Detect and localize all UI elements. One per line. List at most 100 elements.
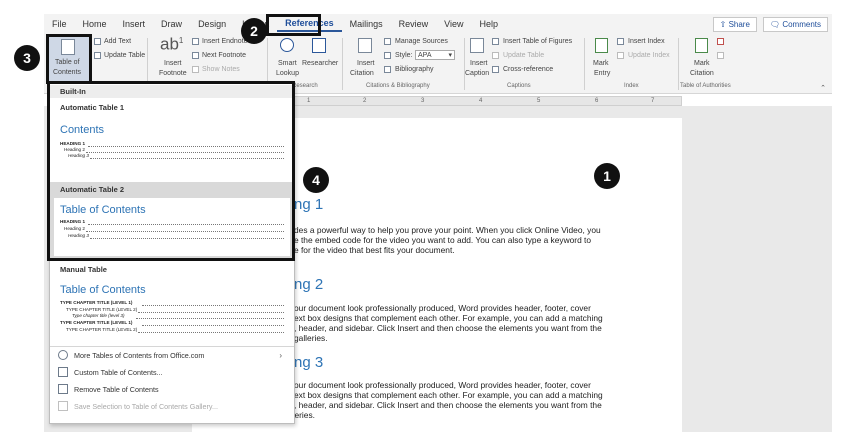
insert-footnote-line1[interactable]: Insert xyxy=(164,59,182,68)
update-table-button[interactable]: Update Table xyxy=(104,51,145,60)
manage-sources-button[interactable]: Manage Sources xyxy=(395,37,448,46)
insert-footnote-line2[interactable]: Footnote xyxy=(159,69,187,78)
insert-index-button[interactable]: Insert Index xyxy=(628,37,665,46)
more-tables-of-contents-item[interactable]: More Tables of Contents from Office.com … xyxy=(58,348,290,362)
update-table-icon xyxy=(94,52,101,59)
tab-insert[interactable]: Insert xyxy=(115,19,154,29)
style-icon xyxy=(384,52,391,59)
tab-help[interactable]: Help xyxy=(472,19,507,29)
toc-leader xyxy=(138,332,284,333)
ruler-mark: 1 xyxy=(307,98,311,104)
mark-citation-line2[interactable]: Citation xyxy=(690,69,714,78)
toc-preview-level-3: Type chapter title (level 3) xyxy=(72,313,125,318)
smart-lookup-line1[interactable]: Smart xyxy=(278,59,297,68)
style-label: Style: xyxy=(395,52,413,59)
next-footnote-icon xyxy=(192,52,199,59)
toc-leader xyxy=(138,312,284,313)
add-text-button[interactable]: Add Text xyxy=(104,37,131,46)
mark-citation-icon xyxy=(695,38,708,53)
paragraph-line: ext box designs that complement each oth… xyxy=(294,313,603,323)
mark-entry-line2[interactable]: Entry xyxy=(594,69,610,78)
tab-review[interactable]: Review xyxy=(391,19,437,29)
smart-lookup-line2[interactable]: Lookup xyxy=(276,69,299,78)
highlight-box-references-tab xyxy=(266,14,321,36)
tab-view[interactable]: View xyxy=(436,19,471,29)
paragraph-line: e the embed code for the video you want … xyxy=(294,235,592,245)
tab-home[interactable]: Home xyxy=(75,19,115,29)
toc-leader xyxy=(136,318,284,319)
share-label: Share xyxy=(728,19,750,29)
highlight-box-toc-button xyxy=(46,34,92,84)
insert-caption-line1[interactable]: Insert xyxy=(470,59,488,68)
paragraph-line: , header, and sidebar. Click Insert and … xyxy=(294,400,602,410)
highlight-box-automatic-table-2 xyxy=(47,81,295,261)
tab-mailings[interactable]: Mailings xyxy=(342,19,391,29)
update-authorities-icon xyxy=(717,52,724,59)
manual-table-option[interactable]: Manual Table Table of Contents TYPE CHAP… xyxy=(50,262,294,344)
toc-preview-level-1: TYPE CHAPTER TITLE (LEVEL 1) xyxy=(60,320,133,325)
manual-table-title: Table of Contents xyxy=(60,284,146,296)
ruler-mark: 2 xyxy=(363,98,367,104)
paragraph-line: our document look professionally produce… xyxy=(294,380,591,390)
insert-caption-line2[interactable]: Caption xyxy=(465,69,489,78)
table-of-figures-icon xyxy=(492,38,499,45)
divider xyxy=(50,346,294,347)
menu-bar-actions: ⇧ Share 🗨 Comments xyxy=(712,16,832,32)
paragraph-line: our document look professionally produce… xyxy=(294,303,591,313)
insert-index-icon xyxy=(617,38,624,45)
comments-button[interactable]: 🗨 Comments xyxy=(762,16,828,32)
remove-table-of-contents-item[interactable]: Remove Table of Contents xyxy=(58,382,159,396)
footnote-icon: ab1 xyxy=(160,34,184,54)
style-value: APA xyxy=(418,52,432,59)
mark-entry-line1[interactable]: Mark xyxy=(593,59,609,68)
chevron-right-icon: › xyxy=(279,350,282,360)
tab-draw[interactable]: Draw xyxy=(153,19,190,29)
insert-citation-line2[interactable]: Citation xyxy=(350,69,374,78)
ruler-mark: 7 xyxy=(651,98,655,104)
annotation-badge-1: 1 xyxy=(594,163,620,189)
update-index-icon xyxy=(617,52,624,59)
menu-bar: File Home Insert Draw Design Layout Refe… xyxy=(44,14,832,34)
update-index-button[interactable]: Update Index xyxy=(628,51,670,60)
bibliography-button[interactable]: Bibliography xyxy=(395,65,434,74)
paragraph-line: , header, and sidebar. Click Insert and … xyxy=(294,323,602,333)
toc-leader xyxy=(142,305,284,306)
document-icon xyxy=(58,367,68,377)
add-text-icon xyxy=(94,38,101,45)
researcher-button[interactable]: Researcher xyxy=(302,59,338,68)
document-heading-3: ng 3 xyxy=(294,354,324,371)
annotation-badge-4: 4 xyxy=(303,167,329,193)
show-notes-button[interactable]: Show Notes xyxy=(202,65,240,74)
tab-design[interactable]: Design xyxy=(190,19,234,29)
collapse-ribbon-icon[interactable]: ⌃ xyxy=(820,84,826,92)
insert-citation-line1[interactable]: Insert xyxy=(357,59,375,68)
researcher-icon xyxy=(312,38,326,53)
index-group-label: Index xyxy=(624,83,639,89)
insert-endnote-button[interactable]: Insert Endnote xyxy=(202,37,248,46)
tab-file[interactable]: File xyxy=(44,19,75,29)
custom-toc-label: Custom Table of Contents... xyxy=(74,367,163,377)
group-separator xyxy=(342,38,343,90)
insert-table-of-figures-button[interactable]: Insert Table of Figures xyxy=(503,37,572,46)
next-footnote-button[interactable]: Next Footnote xyxy=(202,51,246,60)
paragraph-line: ext box designs that complement each oth… xyxy=(294,390,603,400)
custom-table-of-contents-item[interactable]: Custom Table of Contents... xyxy=(58,365,163,379)
share-button[interactable]: ⇧ Share xyxy=(712,16,757,32)
comments-label: Comments xyxy=(782,19,821,29)
style-dropdown[interactable]: APA ▾ xyxy=(415,50,455,60)
captions-group-label: Captions xyxy=(507,83,531,89)
paragraph-line: e for the video that best fits your docu… xyxy=(294,245,455,255)
mark-citation-line1[interactable]: Mark xyxy=(694,59,710,68)
ruler-mark: 5 xyxy=(537,98,541,104)
smart-lookup-icon xyxy=(280,38,294,52)
update-table-captions-button[interactable]: Update Table xyxy=(503,51,544,60)
horizontal-ruler[interactable]: 1 2 3 4 5 6 7 xyxy=(292,96,682,106)
remove-icon xyxy=(58,384,68,394)
save-selection-to-gallery-item[interactable]: Save Selection to Table of Contents Gall… xyxy=(58,399,218,413)
cross-reference-button[interactable]: Cross-reference xyxy=(503,65,553,74)
ruler-mark: 6 xyxy=(595,98,599,104)
group-separator xyxy=(584,38,585,90)
ruler-mark: 4 xyxy=(479,98,483,104)
group-separator xyxy=(464,38,465,90)
save-selection-label: Save Selection to Table of Contents Gall… xyxy=(74,401,218,411)
